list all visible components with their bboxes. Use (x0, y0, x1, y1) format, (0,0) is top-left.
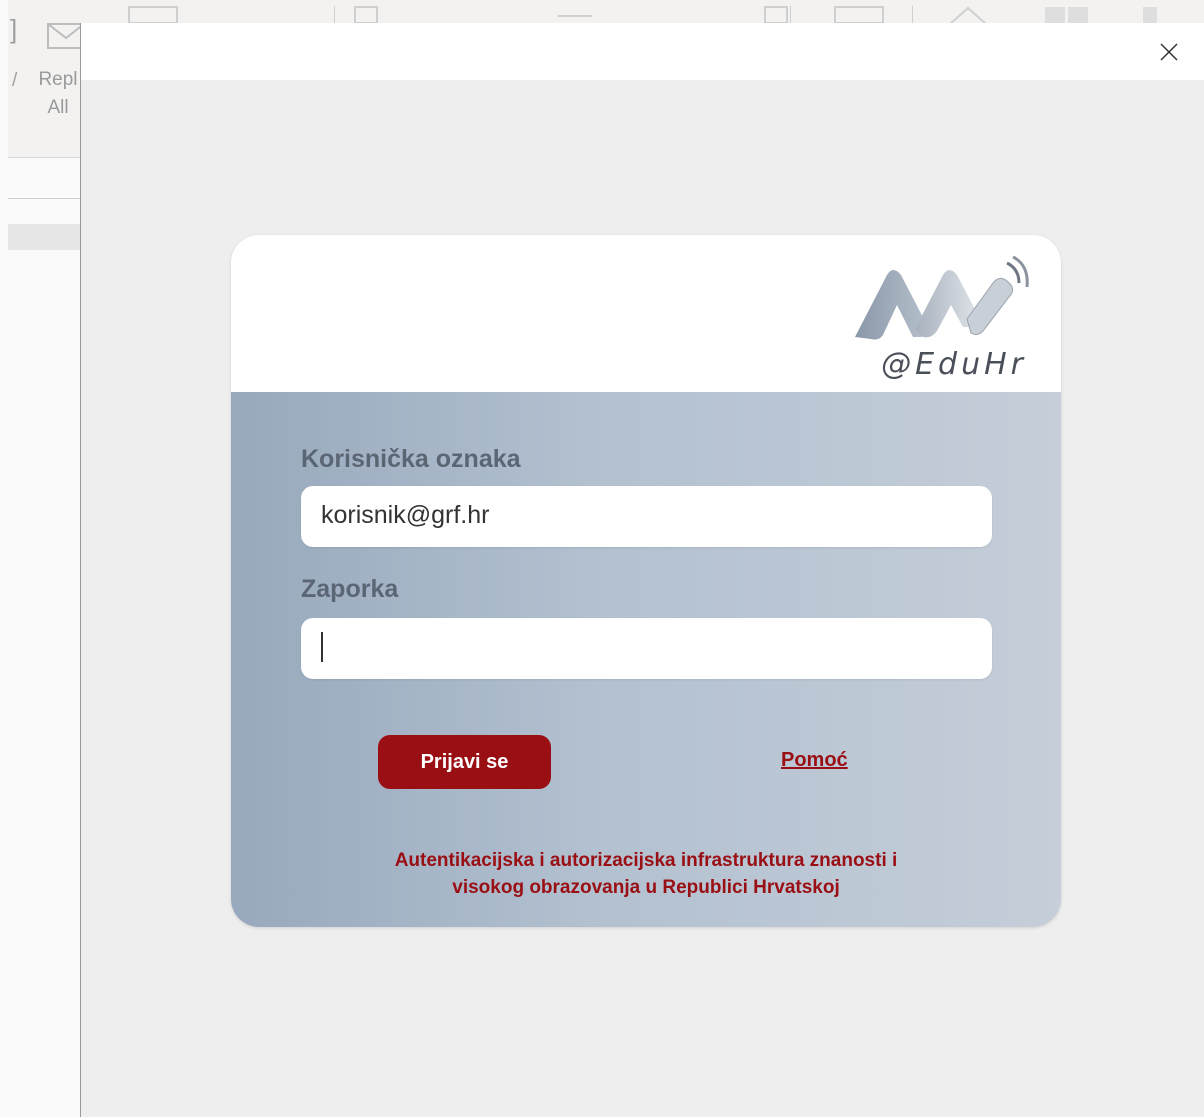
background-strip (8, 224, 88, 250)
toolbar-separator (912, 6, 913, 24)
rules-icon[interactable] (834, 6, 884, 24)
text-caret (321, 632, 323, 662)
close-icon (1160, 43, 1178, 61)
username-field[interactable]: korisnik@grf.hr (301, 486, 992, 547)
username-label: Korisnička oznaka (301, 445, 521, 473)
footer-line-2: visokog obrazovanja u Republici Hrvatsko… (452, 877, 840, 898)
password-field[interactable] (301, 618, 992, 679)
mail-icon[interactable] (128, 6, 178, 24)
view-icon[interactable] (1044, 6, 1094, 24)
ribbon-fragment: ] (10, 14, 18, 44)
reply-all-label[interactable]: Repl All (28, 66, 88, 122)
move-icon[interactable] (354, 6, 384, 24)
password-label: Zaporka (301, 575, 399, 603)
login-card: @EduHr Korisnička oznaka korisnik@grf.hr… (231, 235, 1061, 927)
reply-all-label-line2: All (47, 97, 69, 118)
toolbar-separator (334, 6, 335, 24)
background-divider (8, 198, 88, 199)
help-link[interactable]: Pomoć (781, 749, 848, 772)
login-card-header: @EduHr (231, 235, 1061, 392)
infrastructure-description: Autentikacijska i autorizacijska infrast… (231, 847, 1061, 901)
close-button[interactable] (1154, 37, 1184, 67)
toolbar-separator (790, 6, 791, 24)
login-dialog: @EduHr Korisnička oznaka korisnik@grf.hr… (80, 23, 1204, 1117)
login-button[interactable]: Prijavi se (378, 735, 551, 789)
logo-text: @EduHr (881, 347, 1027, 382)
username-value: korisnik@grf.hr (321, 501, 490, 529)
login-form: Korisnička oznaka korisnik@grf.hr Zapork… (231, 392, 1061, 927)
toolbar-icon[interactable] (764, 6, 788, 24)
footer-line-1: Autentikacijska i autorizacijska infrast… (394, 850, 898, 871)
forward-arrow-icon[interactable] (558, 6, 598, 24)
reply-all-label-line1: Repl (38, 69, 78, 90)
ribbon-fragment: / (12, 70, 18, 91)
aai-eduhr-logo: @EduHr (835, 249, 1035, 382)
tag-icon[interactable] (948, 6, 988, 25)
dialog-titlebar (81, 23, 1204, 80)
layout-icon[interactable] (1142, 6, 1182, 24)
aai-logo-graphic (855, 255, 1029, 340)
